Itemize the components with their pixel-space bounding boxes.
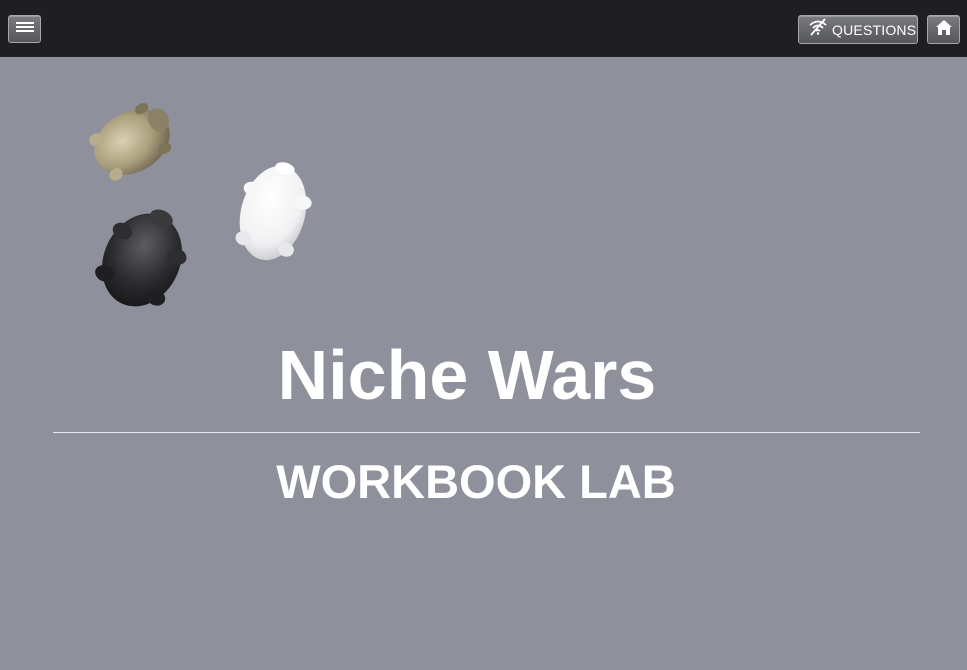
white-critter-sprite [235,162,312,261]
critters-illustration [89,103,312,307]
hamburger-menu-icon [15,20,34,38]
top-bar: QUESTIONS [0,0,967,57]
home-icon [935,19,952,40]
black-critter-sprite [95,209,187,307]
questions-label: QUESTIONS [832,21,917,38]
tan-critter-sprite [89,103,172,181]
game-subtitle: WORKBOOK LAB [276,455,676,508]
questions-button[interactable]: QUESTIONS [798,15,918,44]
menu-button[interactable] [8,15,41,43]
no-signal-icon [808,18,828,41]
title-divider [53,432,920,433]
game-title: Niche Wars [277,336,657,414]
home-button[interactable] [927,15,960,44]
